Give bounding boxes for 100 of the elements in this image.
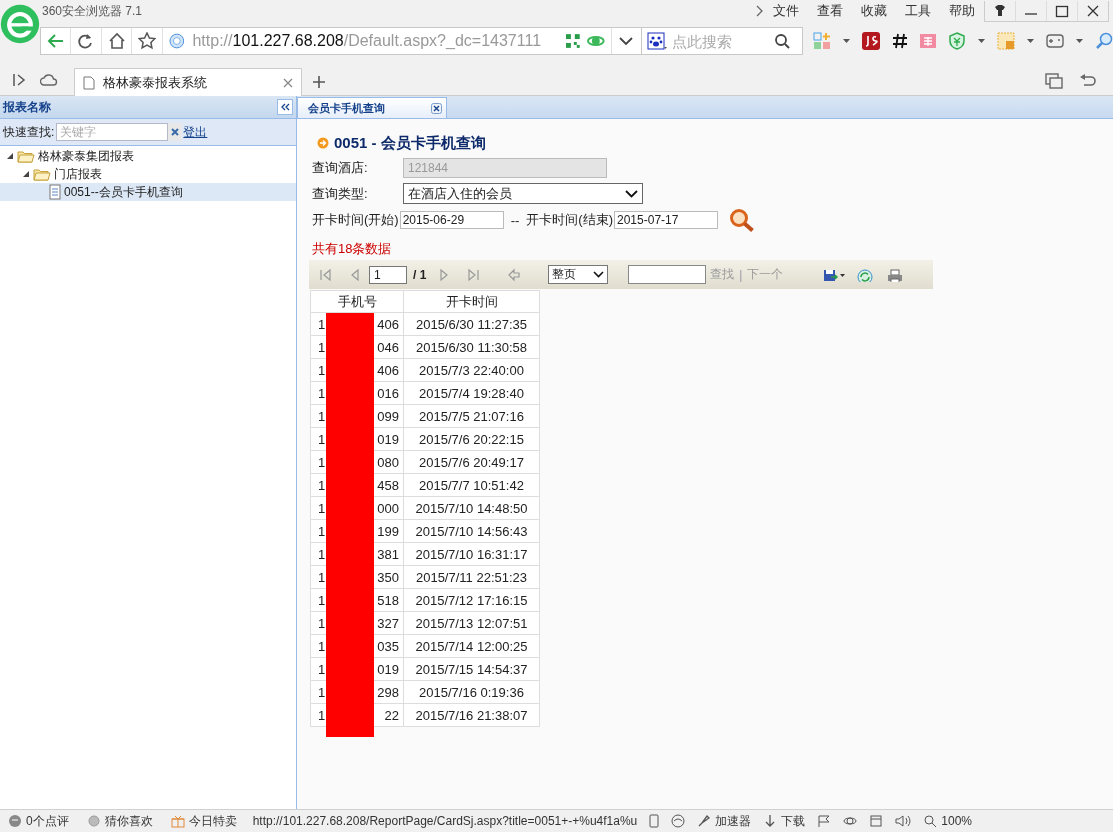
back-icon[interactable] bbox=[46, 32, 65, 50]
search-box[interactable]: 点此搜索 bbox=[641, 27, 803, 55]
field-label: 查询类型: bbox=[312, 184, 369, 203]
column-header: 手机号 bbox=[310, 290, 404, 313]
page-field[interactable]: 1 bbox=[369, 265, 407, 284]
cloud-icon[interactable] bbox=[40, 73, 58, 87]
find-field[interactable] bbox=[628, 265, 707, 284]
new-tab-icon[interactable] bbox=[312, 75, 326, 89]
collapse-button[interactable] bbox=[277, 99, 293, 115]
page-icon bbox=[83, 75, 95, 90]
url-text: http://101.227.68.208/Default.aspx?_dc=1437111 bbox=[192, 32, 543, 50]
table-cell: 2015/7/3 22:40:00 bbox=[403, 358, 540, 382]
phone-icon[interactable] bbox=[649, 814, 660, 828]
search-icon[interactable] bbox=[729, 208, 755, 232]
menu-item[interactable]: 工具 bbox=[896, 2, 940, 20]
restore-tabs-icon[interactable] bbox=[1045, 73, 1063, 89]
caret-down-icon[interactable] bbox=[843, 39, 850, 43]
chevron-right-icon[interactable] bbox=[756, 5, 764, 17]
zoom-icon[interactable] bbox=[923, 814, 938, 828]
table-cell: 2015/7/13 12:07:51 bbox=[403, 611, 540, 635]
caret-down-icon[interactable] bbox=[1076, 39, 1083, 43]
chevron-down-icon bbox=[625, 189, 638, 198]
table-cell: 2015/7/16 0:19:36 bbox=[403, 680, 540, 704]
js-icon[interactable] bbox=[862, 32, 880, 50]
table-cell: 2015/6/30 11:30:58 bbox=[403, 335, 540, 359]
table-cell: 2015/7/15 14:54:37 bbox=[403, 657, 540, 681]
chevron-down-icon[interactable] bbox=[619, 36, 634, 46]
table-cell: 2015/7/10 14:48:50 bbox=[403, 496, 540, 520]
menu-item[interactable]: 文件 bbox=[764, 2, 808, 20]
separator: | bbox=[739, 267, 743, 282]
app-title: 360安全浏览器 7.1 bbox=[42, 2, 143, 20]
chevron-down-icon bbox=[593, 271, 605, 278]
undo-icon[interactable] bbox=[1079, 73, 1097, 89]
page-count: / 1 bbox=[413, 267, 427, 282]
table-cell: 2015/7/7 10:51:42 bbox=[403, 473, 540, 497]
folder-icon bbox=[17, 149, 35, 163]
menu-item[interactable]: 收藏 bbox=[852, 2, 896, 20]
maximize-icon[interactable] bbox=[1054, 3, 1070, 18]
save-icon[interactable] bbox=[823, 267, 846, 282]
expander-icon[interactable] bbox=[21, 169, 31, 179]
sidebar-toggle-icon[interactable] bbox=[12, 73, 26, 87]
panel-title: 报表名称 bbox=[3, 98, 51, 116]
table-cell: 2015/7/10 14:56:43 bbox=[403, 519, 540, 543]
table-cell: 2015/7/5 21:07:16 bbox=[403, 404, 540, 428]
start-date-field[interactable]: 2015-06-29 bbox=[399, 211, 504, 229]
keyword-field[interactable]: 关键字 bbox=[56, 123, 169, 141]
end-date-field[interactable]: 2015-07-17 bbox=[614, 211, 718, 229]
search-label: 快速查找: bbox=[3, 123, 55, 141]
gamepad-icon[interactable] bbox=[1046, 33, 1064, 49]
table-cell: 2015/7/14 12:00:25 bbox=[403, 634, 540, 658]
refresh-icon[interactable] bbox=[857, 267, 874, 282]
status-item[interactable]: 今日特卖 bbox=[188, 812, 237, 830]
qr-code-icon[interactable] bbox=[565, 33, 581, 49]
status-item[interactable]: 下载 bbox=[781, 812, 806, 830]
status-item[interactable]: 猜你喜欢 bbox=[104, 812, 153, 830]
logout-link[interactable]: 登出 bbox=[183, 123, 208, 141]
close-icon[interactable] bbox=[1085, 3, 1101, 18]
shield-icon[interactable] bbox=[948, 32, 966, 50]
report-title: 0051 - 会员卡手机查询 bbox=[334, 133, 486, 153]
caret-down-icon[interactable] bbox=[978, 39, 985, 43]
status-item[interactable]: 0个点评 bbox=[26, 812, 69, 830]
zoom-level[interactable]: 100% bbox=[941, 814, 972, 828]
paw-icon[interactable] bbox=[647, 32, 667, 50]
close-icon[interactable] bbox=[431, 102, 442, 114]
status-item[interactable]: 加速器 bbox=[715, 812, 752, 830]
status-url: http://101.227.68.208/ReportPage/CardSj.aspx?title=0051+-+%u4f1a%u bbox=[252, 814, 638, 828]
star-icon[interactable] bbox=[138, 32, 157, 50]
search-icon[interactable] bbox=[774, 33, 790, 49]
flag-icon[interactable] bbox=[817, 814, 832, 828]
page-mode-select[interactable]: 整页 bbox=[548, 265, 609, 284]
table-cell: 2015/7/12 17:16:15 bbox=[403, 588, 540, 612]
field-label: 开卡时间(开始) bbox=[312, 211, 399, 229]
record-count: 共有18条数据 bbox=[312, 240, 393, 258]
report-tab[interactable]: 会员卡手机查询 bbox=[297, 97, 447, 118]
home-icon[interactable] bbox=[107, 32, 126, 50]
table-cell: 2015/6/30 11:27:35 bbox=[403, 312, 540, 336]
print-icon[interactable] bbox=[887, 267, 904, 282]
expander-icon[interactable] bbox=[5, 151, 15, 161]
browser-tab[interactable]: 格林豪泰报表系统 bbox=[74, 68, 302, 96]
globe-icon bbox=[168, 33, 185, 49]
table-cell: 2015/7/6 20:49:17 bbox=[403, 450, 540, 474]
type-select[interactable]: 在酒店入住的会员 bbox=[403, 183, 643, 204]
tree-item[interactable]: 门店报表 bbox=[0, 165, 296, 183]
window-icon[interactable] bbox=[869, 814, 884, 828]
table-cell: 2015/7/16 21:38:07 bbox=[403, 703, 540, 727]
menu-item[interactable]: 帮助 bbox=[940, 2, 984, 20]
tree-item[interactable]: 0051--会员卡手机查询 bbox=[0, 183, 296, 201]
double-chevron-left-icon bbox=[280, 103, 290, 111]
caret-down-icon[interactable] bbox=[1027, 39, 1034, 43]
dot-icon[interactable] bbox=[86, 814, 101, 828]
tree-item[interactable]: 格林豪泰集团报表 bbox=[0, 147, 296, 165]
arrow-circle-icon bbox=[317, 137, 329, 149]
speaker-icon[interactable] bbox=[895, 814, 912, 828]
clear-button[interactable] bbox=[168, 123, 183, 141]
field-label: 开卡时间(结束) bbox=[526, 211, 613, 229]
field-label: 查询酒店: bbox=[312, 158, 369, 177]
zoom-lens-icon[interactable] bbox=[1095, 32, 1113, 50]
menu-item[interactable]: 查看 bbox=[808, 2, 852, 20]
address-bar[interactable]: http://101.227.68.208/Default.aspx?_dc=1437111 bbox=[40, 27, 642, 55]
hash-icon[interactable] bbox=[892, 33, 908, 49]
